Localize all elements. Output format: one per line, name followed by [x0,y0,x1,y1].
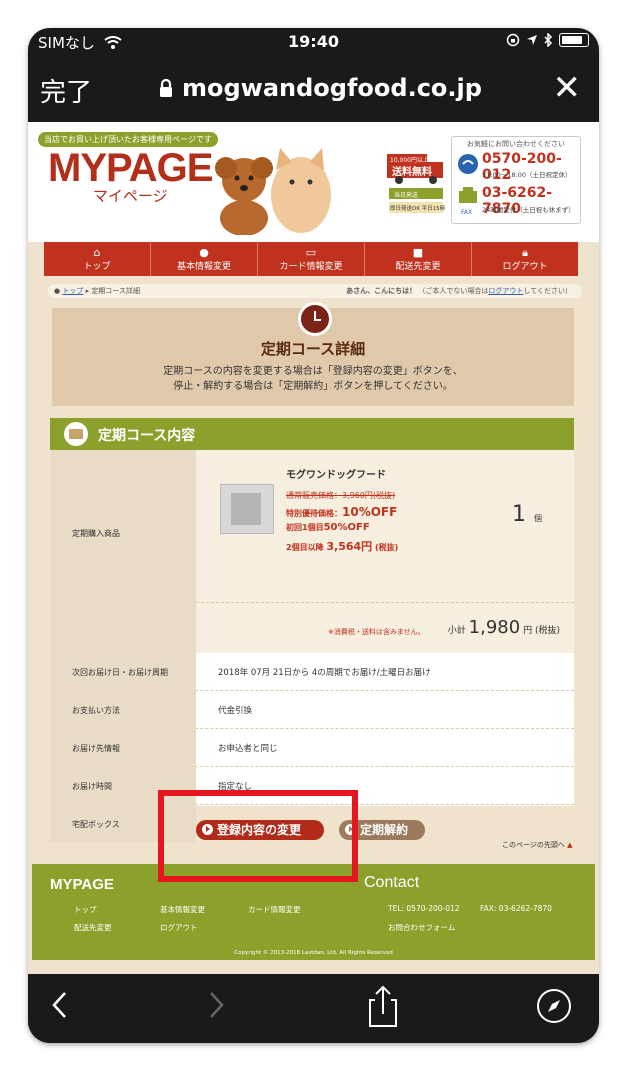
contact-box: お気軽にお問い合わせください 0570-200-012 11:00～18:00（… [451,136,581,224]
next-delivery-label: 次回お届け日・お届け周期 [72,668,168,677]
section-header: 定期コース内容 [50,418,574,450]
fax-icon [459,187,477,203]
arrow-up-icon: ▲ [567,841,573,849]
fax-label: FAX [461,209,473,216]
status-icons [506,33,589,47]
payment-label: お支払い方法 [72,706,120,715]
delivery-time-label: お届け時間 [72,782,112,791]
main-nav: ⌂ トップ ● 基本情報変更 ▭ カード情報変更 ■ 配送先変更 🔒︎ ログアウト [44,242,578,276]
nav-item-delivery[interactable]: ■ 配送先変更 [365,242,472,276]
footer-fax: FAX: 03-6262-7870 [480,904,552,913]
forward-icon[interactable] [206,990,226,1020]
user-icon: ● [199,246,209,259]
second-price: 2個目以降 3,564円 (税抜) [286,540,399,553]
truck-icon: ■ [412,246,424,259]
phone-frame: SIMなし 19:40 完了 mogwandogfood.co.jp ✕ 当店で… [28,28,599,1043]
footer-inquiry-link[interactable]: お問合わせフォーム [388,922,455,933]
home-icon: ⌂ [93,246,101,259]
url-display[interactable]: mogwandogfood.co.jp [158,74,482,102]
phone-icon [458,154,478,174]
back-icon[interactable] [50,990,70,1020]
subtotal-box: ※消費税・送料は含みません。 小計 1,980 円 (税抜) [196,602,574,653]
lock-icon [160,78,172,97]
course-section: 定期コース内容 定期購入商品 モグワンドッグフード 通常販売価格：3,960円(… [50,418,574,842]
share-icon[interactable] [366,984,400,1028]
lock-rotation-icon [506,33,520,47]
footer-mypage: MYPAGE [50,876,114,893]
browser-topbar: 完了 mogwandogfood.co.jp ✕ [28,58,599,122]
copyright: Copyright © 2013-2018 Lastdan, Ltd. All … [234,950,393,956]
next-delivery-row: 次回お届け日・お届け周期 2018年 07月 21日から 4の周期でお届け/土曜… [50,652,574,691]
description-line-2: 停止・解約する場合は「定期解約」ボタンを押してください。 [173,381,453,392]
footer-link-card-info[interactable]: カード情報変更 [248,904,301,915]
clock-icon [298,302,332,336]
product-label: 定期購入商品 [50,450,196,652]
product-row: 定期購入商品 モグワンドッグフード 通常販売価格：3,960円(税抜) 特別優待… [50,450,574,653]
breadcrumb-current: 定期コース詳細 [91,287,140,295]
nav-item-basic-info[interactable]: ● 基本情報変更 [151,242,258,276]
address-label: お届け先情報 [72,744,120,753]
subtotal-amount: 小計 1,980 円 (税抜) [447,617,560,638]
lock-icon: 🔒︎ [522,246,528,259]
nav-item-top[interactable]: ⌂ トップ [44,242,151,276]
close-icon[interactable]: ✕ [553,68,582,108]
shipping-note-2: 即日発送OK 平日15時 [390,206,446,212]
contact-title: お気軽にお問い合わせください [467,140,565,148]
tagline: 当店でお買い上げ頂いたお客様専用ページです [38,132,218,147]
greeting: あさん、こんにちは！ （ご本人でない場合はログアウトしてください） [346,287,572,295]
site-logo[interactable]: MYPAGE マイページ [48,146,213,206]
page-title: 定期コース詳細 [260,340,366,358]
web-content: 当店でお買い上げ頂いたお客様専用ページです MYPAGE マイページ 10,00… [28,122,599,974]
tel-hours: 11:00～18:00（土日祝定休） [482,171,572,179]
next-delivery-value: 2018年 07月 21日から 4の周期でお届け/土曜日お届け [218,668,431,678]
address-row: お届け先情報 お申込者と同じ [50,728,574,767]
regular-price: 通常販売価格：3,960円(税抜) [286,491,396,500]
footer-link-basic-info[interactable]: 基本情報変更 [160,904,205,915]
site-header: 当店でお買い上げ頂いたお客様専用ページです MYPAGE マイページ 10,00… [28,122,599,242]
first-price: 初回1個目50%OFF [286,522,370,533]
product-name: モグワンドッグフード [286,470,386,481]
payment-row: お支払い方法 代金引換 [50,690,574,729]
footer-tel[interactable]: TEL: 0570-200-012 [388,904,460,913]
breadcrumb-home[interactable]: トップ [62,287,83,295]
browser-toolbar [28,974,599,1043]
box-icon [64,422,88,446]
breadcrumb: ● トップ ▸ 定期コース詳細 あさん、こんにちは！ （ご本人でない場合はログア… [48,284,582,298]
free-ship-line2: 送料無料 [392,167,432,178]
address-value: お申込者と同じ [218,744,278,754]
product-image [220,484,274,534]
description-line-1: 定期コースの内容を変更する場合は「登録内容の変更」ボタンを、 [163,366,463,377]
compass-icon[interactable] [536,988,572,1024]
payment-value: 代金引換 [218,706,253,716]
fax-hours: 24時間受付（土日祝も休まず） [482,206,575,214]
tax-note: ※消費税・送料は含みません。 [328,628,425,636]
breadcrumb-home-icon: ● [54,287,61,295]
credit-card-icon: ▭ [305,246,317,259]
special-price: 特別優待価格：10%OFF [286,505,398,519]
footer-contact: Contact [364,874,420,891]
footer-link-delivery[interactable]: 配送先変更 [74,922,112,933]
page-description: 定期コースの内容を変更する場合は「登録内容の変更」ボタンを、 停止・解約する場合… [52,364,574,394]
footer-link-logout[interactable]: ログアウト [160,922,198,933]
url-text: mogwandogfood.co.jp [182,74,482,102]
footer-link-top[interactable]: トップ [74,904,97,915]
nav-item-card-info[interactable]: ▭ カード情報変更 [258,242,365,276]
bluetooth-icon [544,33,553,47]
quantity: 1個 [512,502,542,527]
location-icon [527,35,537,45]
shipping-note-1: 当日発送 [394,192,419,199]
page-title-box: 定期コース詳細 定期コースの内容を変更する場合は「登録内容の変更」ボタンを、 停… [52,302,574,406]
product-info: モグワンドッグフード 通常販売価格：3,960円(税抜) 特別優待価格：10%O… [196,450,574,602]
back-to-top-link[interactable]: このページの先頭へ ▲ [502,840,573,850]
nav-item-logout[interactable]: 🔒︎ ログアウト [472,242,578,276]
battery-icon [559,33,589,47]
done-button[interactable]: 完了 [40,72,92,109]
logout-link[interactable]: ログアウト [488,287,523,295]
highlight-box [158,790,358,882]
status-bar: SIMなし 19:40 [28,28,599,58]
section-title: 定期コース内容 [98,428,196,444]
pets-image [215,148,331,235]
